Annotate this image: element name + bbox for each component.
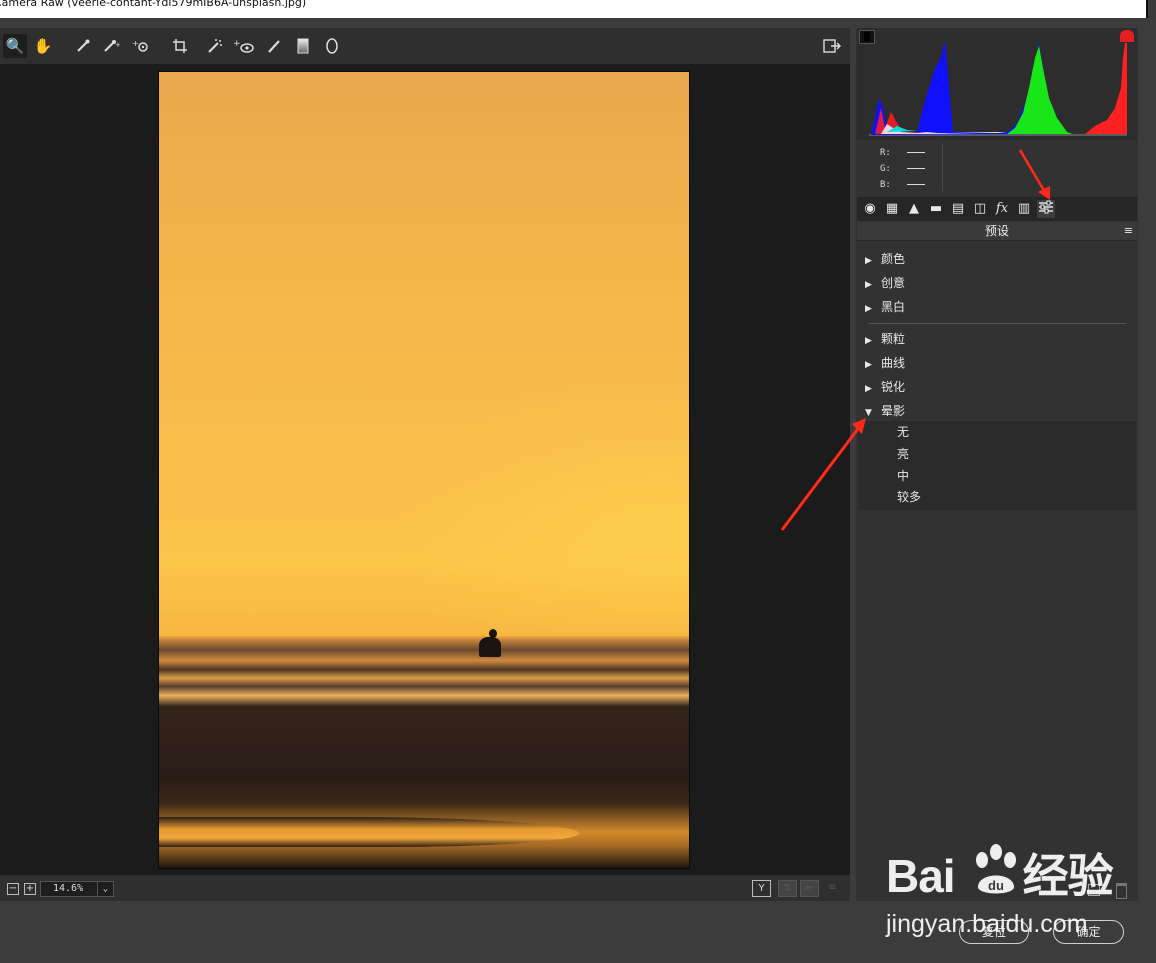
annotation-arrows — [780, 149, 1050, 531]
svg-text:du: du — [988, 878, 1004, 893]
baidu-paw-logo: du — [976, 844, 1016, 894]
